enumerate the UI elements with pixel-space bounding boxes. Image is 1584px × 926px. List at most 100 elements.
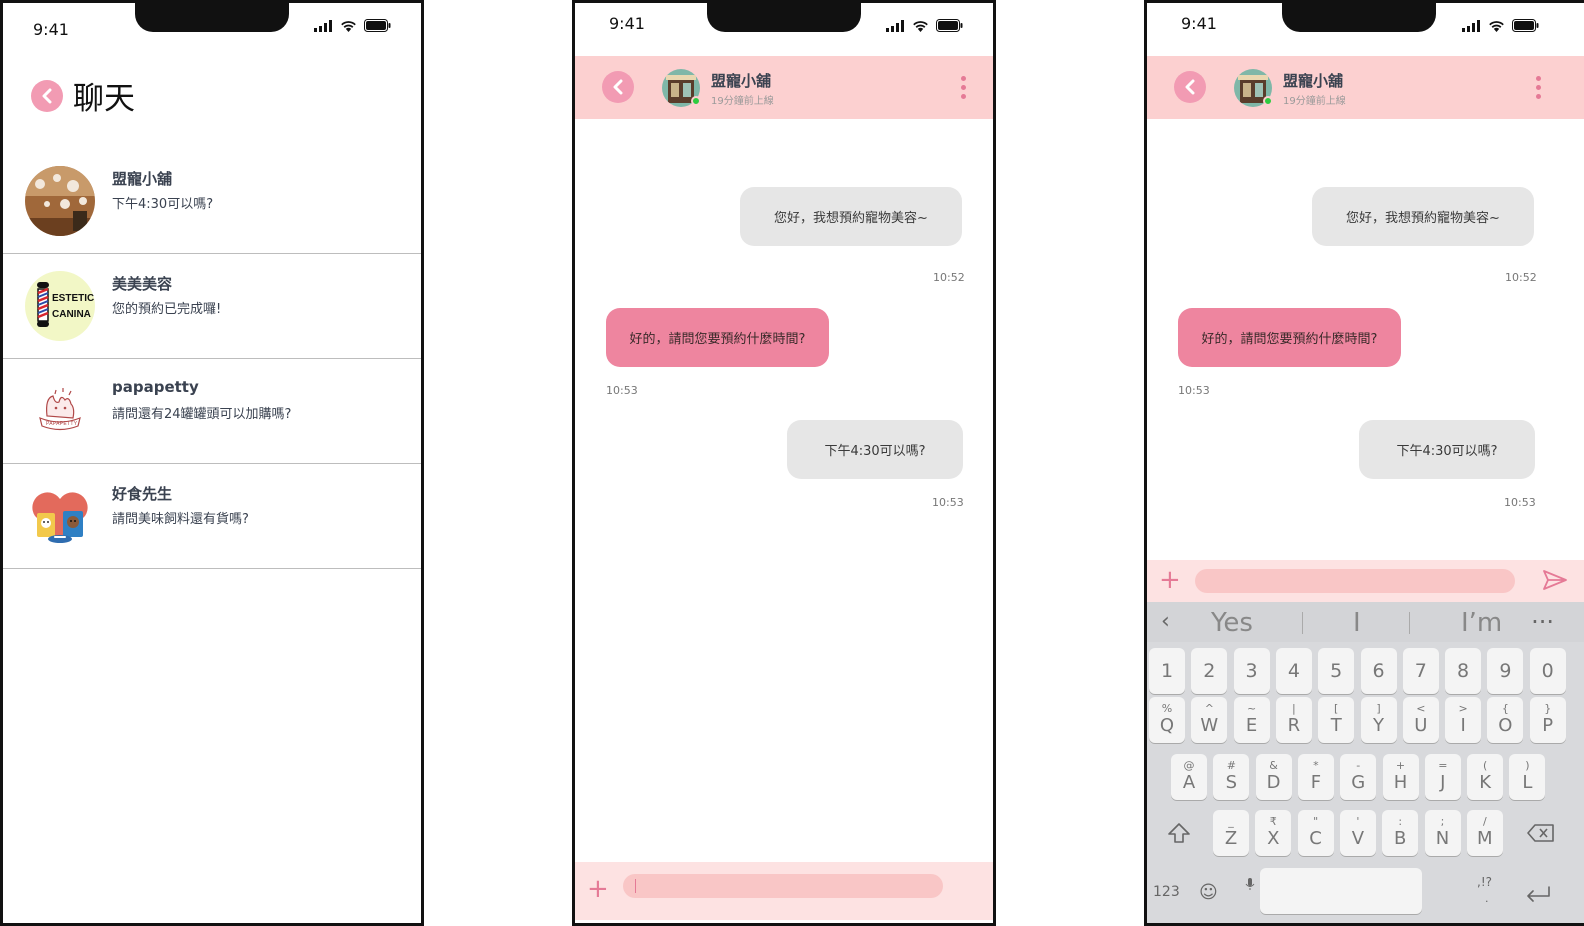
key-l[interactable]: ) L (1509, 754, 1546, 800)
key-label: J (1440, 772, 1446, 793)
key-label: B (1394, 828, 1407, 849)
key-f[interactable]: * F (1297, 754, 1334, 800)
key-label: L (1522, 772, 1533, 793)
key-label: T (1330, 715, 1342, 736)
key-6[interactable]: 6 (1360, 648, 1397, 694)
more-options-button[interactable] (1536, 76, 1542, 99)
key-7[interactable]: 7 (1402, 648, 1439, 694)
message-input[interactable] (1195, 569, 1515, 593)
suggestion-im[interactable]: I’m (1461, 608, 1502, 638)
back-button[interactable] (1174, 71, 1206, 103)
send-button[interactable] (1542, 569, 1568, 595)
status-icons (886, 19, 963, 32)
key-q[interactable]: % Q (1149, 697, 1185, 743)
key-w[interactable]: ^ W (1191, 697, 1228, 743)
key-t[interactable]: [T (1318, 697, 1355, 743)
key-e[interactable]: ~ E (1233, 697, 1270, 743)
message-bubble-outgoing: 您好，我想預約寵物美容~ (1312, 187, 1534, 246)
key-z[interactable]: _ Z (1213, 810, 1249, 856)
key-n[interactable]: ; N (1424, 810, 1461, 856)
back-button[interactable] (31, 79, 63, 112)
key-secondary-label: : (1398, 815, 1403, 828)
punctuation-key[interactable]: ,!? (1477, 875, 1492, 889)
key-a[interactable]: @ A (1171, 754, 1207, 800)
numbers-mode-key[interactable]: 123 (1153, 884, 1180, 900)
key-r[interactable]: | R (1275, 697, 1312, 743)
message-time: 10:52 (1505, 271, 1537, 284)
attach-plus-button[interactable]: + (587, 876, 609, 902)
key-c[interactable]: " C (1297, 810, 1334, 856)
key-2[interactable]: 2 (1191, 648, 1228, 694)
key-j[interactable]: = J (1424, 754, 1461, 800)
key-b[interactable]: :B (1382, 810, 1419, 856)
chevron-left-icon (1185, 79, 1195, 95)
key-secondary-label: [ (1334, 702, 1339, 715)
chat-keyboard-screen: 9:41 盟寵小舖 19分鐘前上線 您好，我想預約寵物美容~ 10:52 好的，… (1144, 0, 1584, 926)
microphone-icon[interactable] (1245, 877, 1255, 891)
key-label: V (1351, 828, 1365, 849)
key-s[interactable]: # S (1213, 754, 1250, 800)
key-4[interactable]: 4 (1275, 648, 1312, 694)
key-label: Z (1224, 828, 1238, 849)
message-input[interactable] (623, 874, 943, 898)
suggestion-bar: ‹ Yes I I’m ··· (1147, 602, 1584, 642)
shift-icon (1168, 823, 1190, 843)
online-indicator (691, 96, 701, 106)
shift-key[interactable] (1159, 810, 1199, 856)
key-secondary-label: + (1395, 759, 1406, 772)
back-button[interactable] (602, 71, 634, 103)
key-x[interactable]: ₹ X (1255, 810, 1292, 856)
message-bubble-incoming: 好的，請問您要預約什麼時間? (1178, 308, 1401, 367)
key-y[interactable]: ] Y (1360, 697, 1397, 743)
key-p[interactable]: } P (1529, 697, 1566, 743)
key-label: A (1182, 772, 1196, 793)
return-icon[interactable] (1525, 885, 1551, 903)
chat-header: 盟寵小舖 19分鐘前上線 (575, 56, 993, 119)
key-v[interactable]: ' V (1339, 810, 1376, 856)
backspace-key[interactable] (1521, 810, 1561, 856)
key-label: 0 (1541, 660, 1554, 682)
space-key[interactable] (1260, 868, 1422, 914)
signal-icon (886, 19, 904, 32)
message-time: 10:52 (933, 271, 965, 284)
key-label: K (1479, 772, 1491, 793)
emoji-key[interactable]: ☺ (1199, 882, 1218, 903)
key-m[interactable]: / M (1466, 810, 1503, 856)
avatar (25, 481, 95, 551)
key-secondary-label: | (1292, 702, 1296, 715)
key-5[interactable]: 5 (1318, 648, 1355, 694)
chat-list-item[interactable]: 好食先生 請問美味飼料還有貨嗎? (3, 464, 421, 569)
divider (1409, 612, 1410, 634)
key-8[interactable]: 8 (1445, 648, 1482, 694)
key-label: X (1267, 828, 1280, 849)
key-9[interactable]: 9 (1487, 648, 1524, 694)
chat-list-item[interactable]: ESTETIC CANINA 美美美容 您的預約已完成囉! (3, 254, 421, 359)
key-secondary-label: } (1544, 702, 1552, 715)
chat-list-item[interactable]: PAPAPETTY papapetty 請問還有24罐罐頭可以加購嗎? (3, 359, 421, 464)
key-secondary-label: ₹ (1269, 815, 1277, 828)
suggestion-yes[interactable]: Yes (1211, 608, 1253, 638)
key-g[interactable]: -G (1340, 754, 1377, 800)
key-secondary-label: _ (1228, 815, 1234, 828)
key-k[interactable]: (K (1467, 754, 1504, 800)
notch (707, 3, 861, 32)
more-icon[interactable]: ··· (1531, 608, 1554, 636)
status-time: 9:41 (33, 20, 69, 39)
key-o[interactable]: {O (1487, 697, 1524, 743)
key-3[interactable]: 3 (1233, 648, 1270, 694)
suggestion-i[interactable]: I (1353, 608, 1361, 638)
key-1[interactable]: 1 (1149, 648, 1185, 694)
attach-plus-button[interactable]: + (1159, 567, 1181, 593)
key-h[interactable]: + H (1382, 754, 1419, 800)
key-0[interactable]: 0 (1529, 648, 1566, 694)
chat-list-item[interactable]: 盟寵小舖 下午4:30可以嗎? (3, 149, 421, 254)
key-d[interactable]: & D (1255, 754, 1292, 800)
contact-name: 盟寵小舖 (711, 72, 772, 90)
more-options-button[interactable] (961, 76, 967, 99)
message-bubble-outgoing: 您好，我想預約寵物美容~ (740, 187, 962, 246)
key-i[interactable]: > I (1445, 697, 1482, 743)
signal-icon (1462, 19, 1480, 32)
key-u[interactable]: < U (1402, 697, 1439, 743)
chevron-left-icon[interactable]: ‹ (1161, 609, 1170, 634)
key-label: G (1351, 772, 1366, 793)
